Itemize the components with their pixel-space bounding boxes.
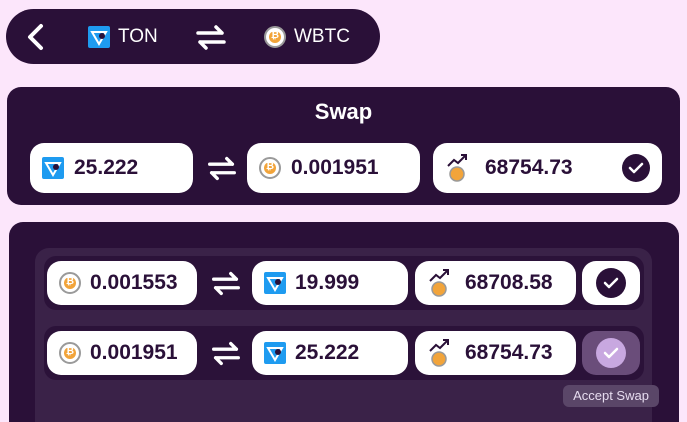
bitcoin-icon: ₿ xyxy=(264,26,286,48)
swap-rate: 68754.73 xyxy=(433,143,662,193)
bitcoin-icon: ₿ xyxy=(59,272,81,294)
swap-ton-amount[interactable]: 25.222 xyxy=(30,143,193,193)
rate-trend-icon xyxy=(429,339,449,367)
check-icon xyxy=(596,338,626,368)
confirm-check-button[interactable] xyxy=(622,154,650,182)
pair-to-token: ₿ WBTC xyxy=(264,23,350,51)
check-icon xyxy=(628,162,644,174)
ton-logo-icon xyxy=(264,342,286,364)
swap-title: Swap xyxy=(314,99,373,124)
swap-btc-amount[interactable]: ₿ 0.001951 xyxy=(247,143,420,193)
check-icon xyxy=(596,268,626,298)
offer-btc-value: 0.001553 xyxy=(90,271,178,294)
swap-panel: Swap 25.222 ₿ 0.001951 68754.73 xyxy=(7,87,680,205)
offer-rate: 68754.73 xyxy=(415,331,576,375)
swap-ton-value: 25.222 xyxy=(74,156,139,179)
ton-logo-icon xyxy=(42,157,64,179)
offer-row: ₿ 0.001553 19.999 68708.58 xyxy=(44,256,644,310)
pair-from-token: TON xyxy=(88,23,158,51)
pair-from-label: TON xyxy=(118,26,158,47)
offer-row: ₿ 0.001951 25.222 68754.73 xyxy=(44,326,644,380)
offer-ton-value: 19.999 xyxy=(295,271,360,294)
bitcoin-icon: ₿ xyxy=(259,157,281,179)
offer-rate-value: 68754.73 xyxy=(465,341,553,364)
offer-rate-value: 68708.58 xyxy=(465,271,553,294)
offer-btc-value: 0.001951 xyxy=(90,341,178,364)
swap-arrows-icon xyxy=(212,271,240,296)
offer-ton-amount: 19.999 xyxy=(252,261,408,305)
offer-ton-value: 25.222 xyxy=(295,341,360,364)
offers-list: ₿ 0.001553 19.999 68708.58 ₿ 0.001951 25… xyxy=(35,248,652,422)
offer-btc-amount: ₿ 0.001951 xyxy=(47,331,197,375)
offer-ton-amount: 25.222 xyxy=(252,331,408,375)
offer-btc-amount: ₿ 0.001553 xyxy=(47,261,197,305)
bitcoin-icon: ₿ xyxy=(59,342,81,364)
rate-trend-icon xyxy=(429,269,449,297)
rate-trend-icon xyxy=(447,154,467,182)
accept-swap-tooltip: Accept Swap xyxy=(563,385,659,407)
back-icon[interactable] xyxy=(20,21,52,53)
swap-arrows-icon[interactable] xyxy=(204,153,240,183)
pair-bar: TON ₿ WBTC xyxy=(6,9,380,64)
swap-arrows-icon xyxy=(212,341,240,366)
pair-to-label: WBTC xyxy=(294,26,350,47)
offer-rate: 68708.58 xyxy=(415,261,576,305)
swap-btc-value: 0.001951 xyxy=(291,156,379,179)
accept-swap-button[interactable] xyxy=(582,261,640,305)
swap-rate-value: 68754.73 xyxy=(485,156,573,179)
ton-logo-icon xyxy=(88,26,110,48)
accept-swap-button[interactable] xyxy=(582,331,640,375)
swap-arrows-icon[interactable] xyxy=(192,22,230,52)
ton-logo-icon xyxy=(264,272,286,294)
